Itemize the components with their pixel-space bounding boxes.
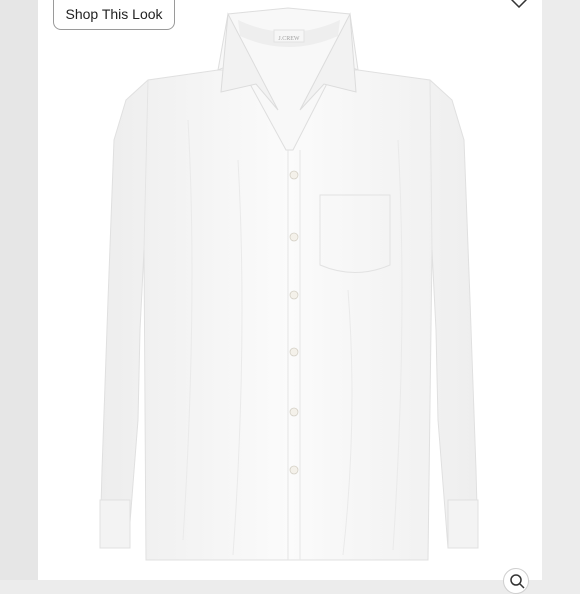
gallery-right-margin [542, 0, 580, 580]
shop-this-look-label: Shop This Look [65, 6, 163, 22]
product-image[interactable]: J.CREW [38, 0, 542, 580]
white-shirt-illustration: J.CREW [99, 7, 479, 561]
zoom-button[interactable] [503, 568, 529, 594]
zoom-icon [510, 574, 525, 589]
gallery-left-margin [0, 0, 38, 580]
heart-icon[interactable] [510, 0, 528, 8]
brand-tag: J.CREW [278, 36, 300, 42]
shop-this-look-button[interactable]: Shop This Look [53, 0, 175, 30]
